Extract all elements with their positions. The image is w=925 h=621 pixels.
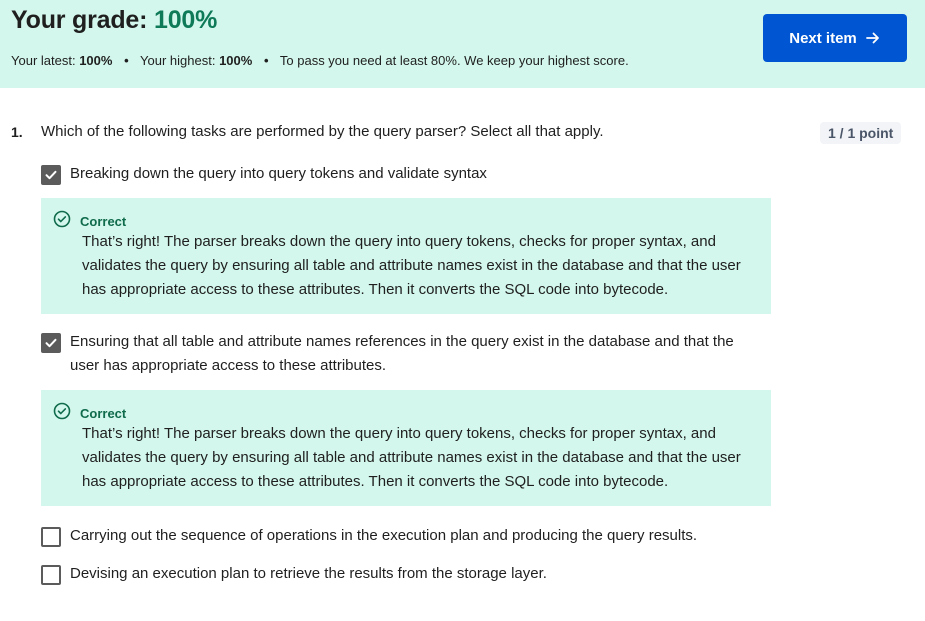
check-circle-icon (53, 210, 71, 233)
answer-option[interactable]: Breaking down the query into query token… (41, 165, 750, 186)
arrow-right-icon (865, 30, 881, 46)
checkbox-unchecked[interactable] (41, 565, 61, 585)
answer-option-label: Devising an execution plan to retrieve t… (70, 565, 547, 582)
separator-dot: • (124, 53, 129, 68)
grade-meta: Your latest: 100% • Your highest: 100% •… (11, 53, 629, 68)
answer-option-label: Ensuring that all table and attribute na… (70, 333, 734, 374)
question-text: Which of the following tasks are perform… (41, 123, 604, 140)
grade-value: 100% (154, 6, 218, 34)
checkbox-checked[interactable] (41, 333, 61, 353)
answer-option[interactable]: Ensuring that all table and attribute na… (41, 333, 750, 378)
grade-banner: Your grade: 100% Your latest: 100% • You… (0, 0, 925, 88)
next-item-label: Next item (789, 29, 857, 47)
checkbox-checked[interactable] (41, 165, 61, 185)
grade-label: Your grade: (11, 6, 148, 34)
question-number: 1. (11, 124, 23, 140)
latest-label: Your latest: (11, 53, 76, 68)
highest-value: 100% (219, 53, 253, 68)
feedback-text: That’s right! The parser breaks down the… (82, 425, 741, 490)
feedback-label: Correct (80, 214, 127, 229)
feedback-text: That’s right! The parser breaks down the… (82, 233, 741, 298)
pass-requirement-text: To pass you need at least 80%. We keep y… (279, 53, 629, 68)
latest-value: 100% (79, 53, 113, 68)
answer-option-label: Breaking down the query into query token… (70, 165, 487, 182)
grade-title: Your grade: 100% (11, 6, 217, 35)
checkmark-icon (45, 170, 57, 180)
points-badge: 1 / 1 point (820, 122, 902, 144)
next-item-button[interactable]: Next item (763, 14, 907, 62)
answer-option[interactable]: Devising an execution plan to retrieve t… (41, 565, 750, 586)
feedback-box: Correct That’s right! The parser breaks … (41, 198, 771, 314)
feedback-label: Correct (80, 406, 127, 421)
checkmark-icon (45, 338, 57, 348)
answer-option[interactable]: Carrying out the sequence of operations … (41, 527, 750, 548)
answer-option-label: Carrying out the sequence of operations … (70, 527, 698, 544)
checkbox-unchecked[interactable] (41, 527, 61, 547)
highest-label: Your highest: (140, 53, 216, 68)
check-circle-icon (53, 402, 71, 425)
feedback-box: Correct That’s right! The parser breaks … (41, 390, 771, 506)
separator-dot: • (263, 53, 269, 68)
